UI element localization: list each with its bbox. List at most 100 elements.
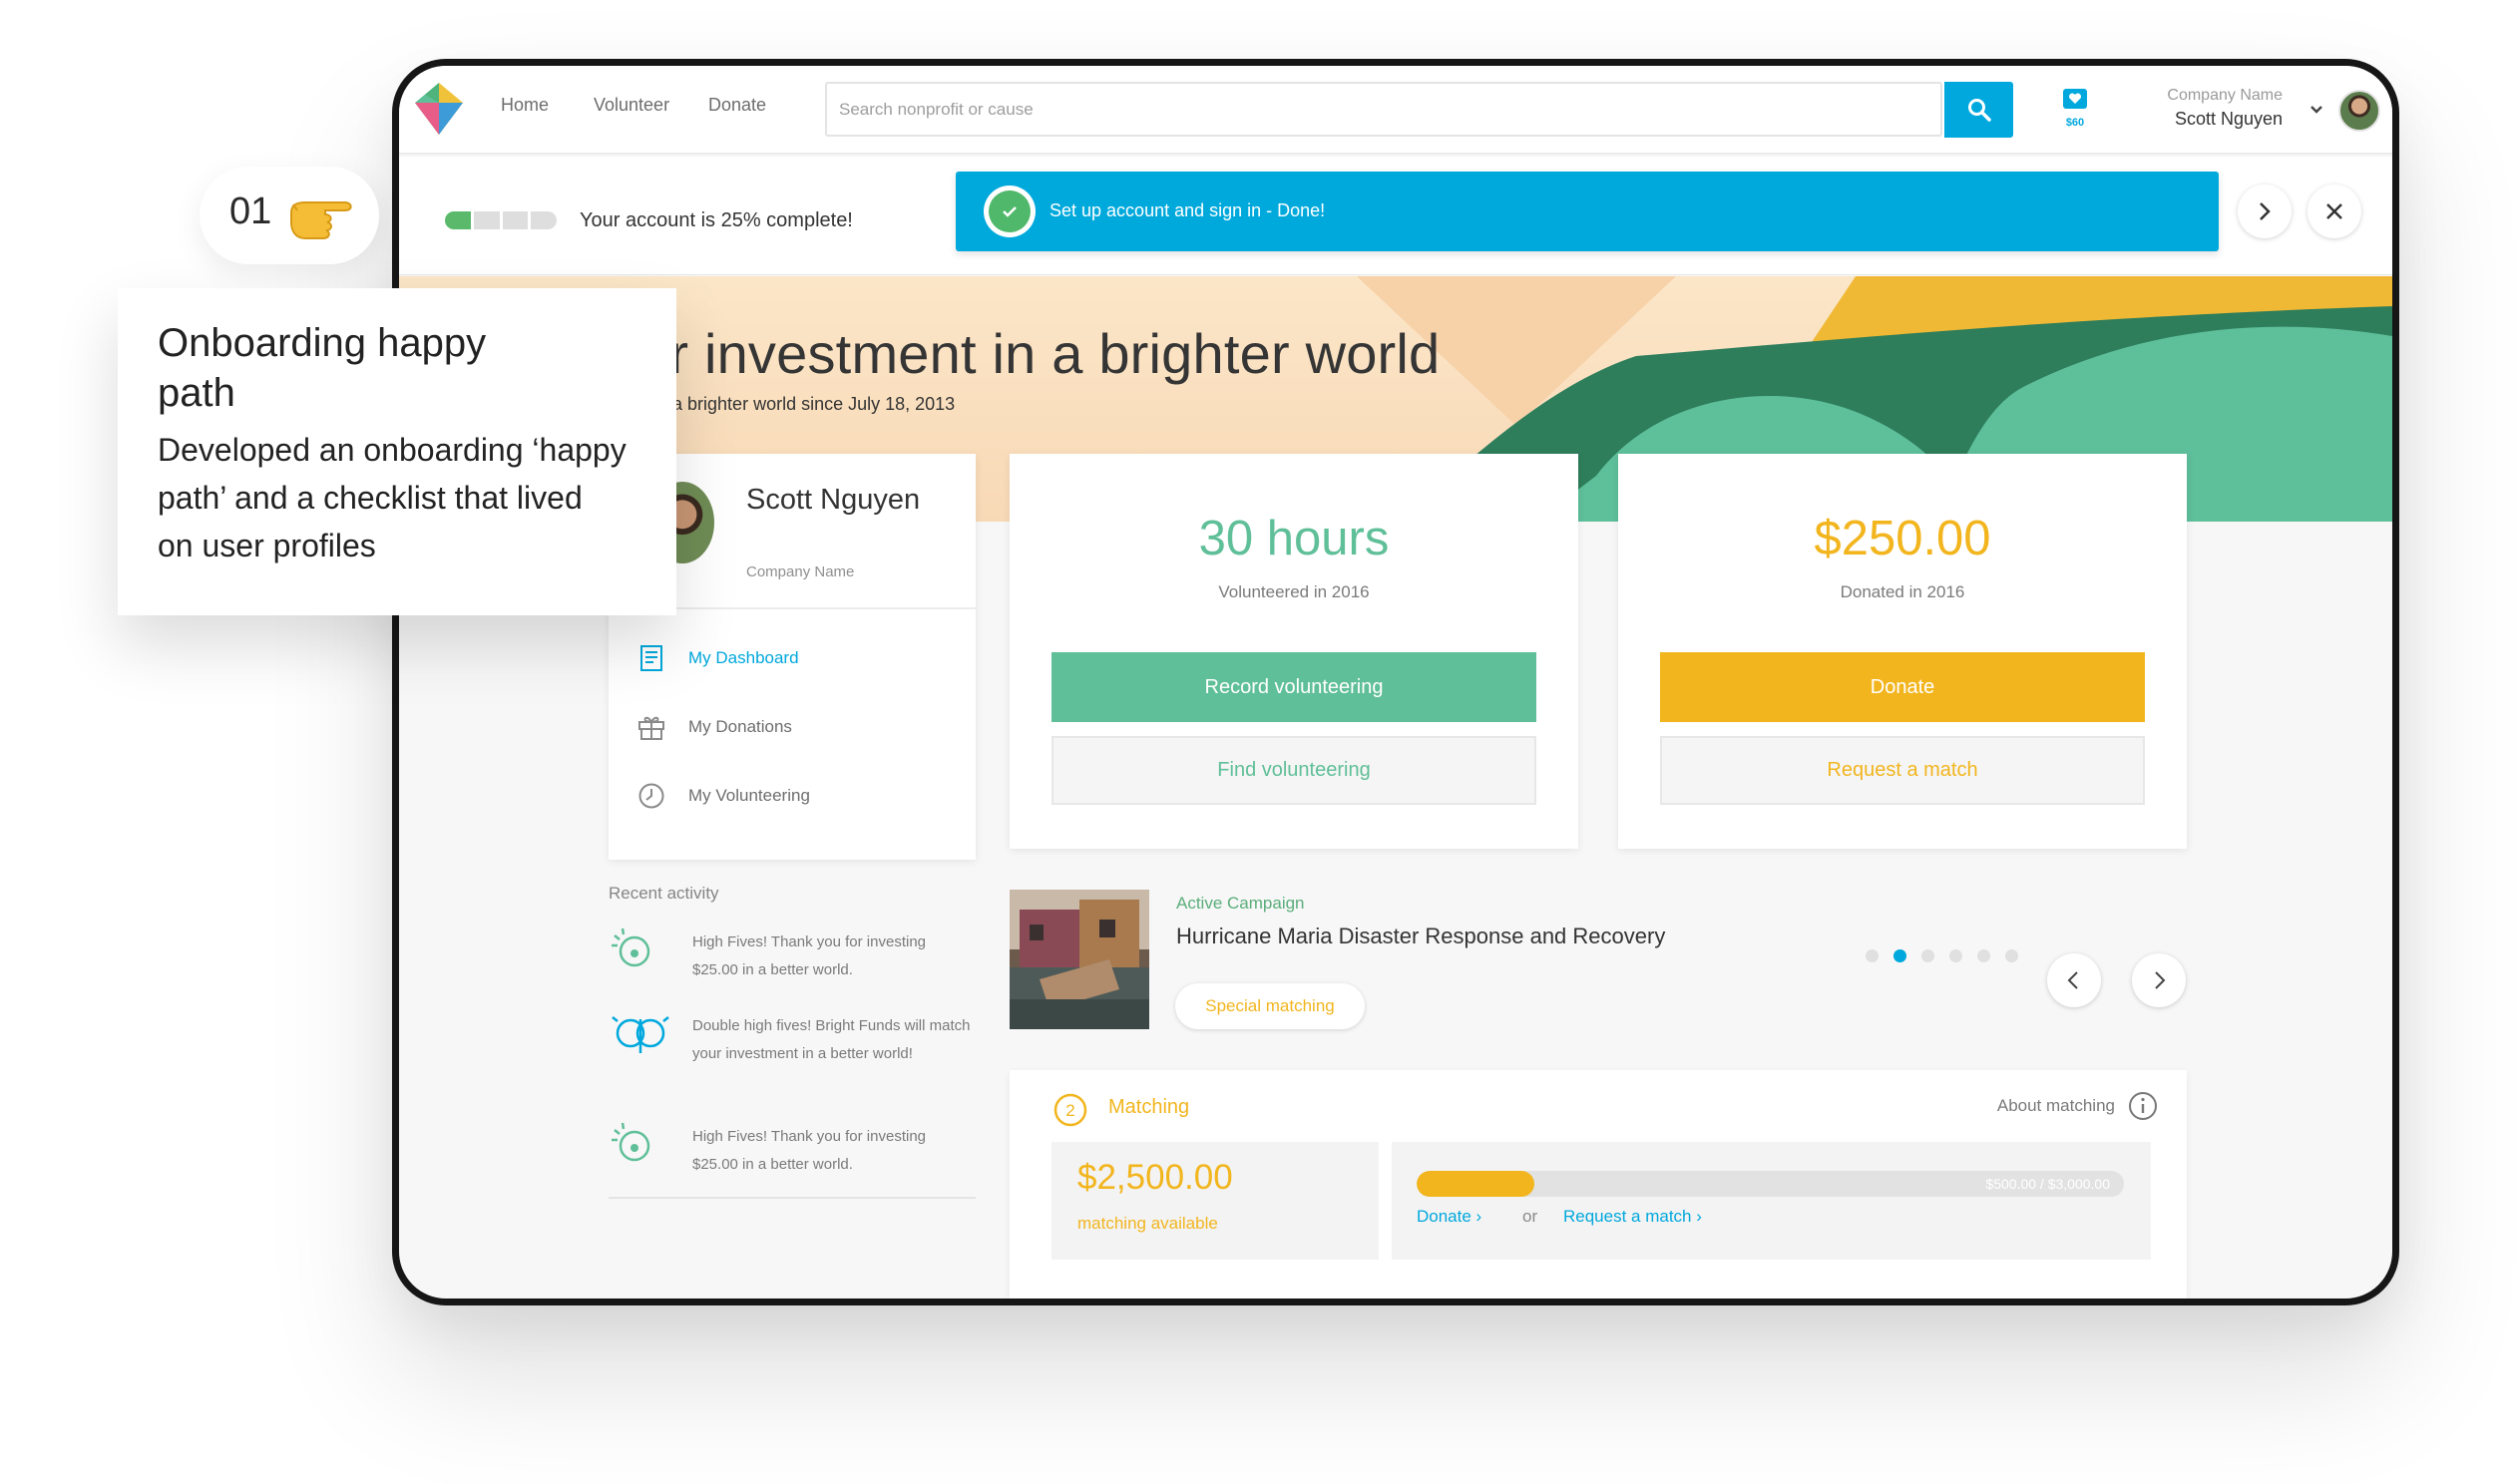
check-icon — [984, 186, 1036, 237]
info-icon — [2129, 1092, 2157, 1120]
chevron-right-icon — [2155, 971, 2166, 989]
sidebar-item-dashboard[interactable]: My Dashboard — [636, 643, 799, 673]
document-icon — [640, 645, 662, 671]
recent-activity-heading: Recent activity — [609, 884, 719, 903]
campaign-kicker: Active Campaign — [1176, 894, 1305, 913]
annotation-step-number: 01 — [229, 190, 272, 232]
volunteer-stat-card: 30 hours Volunteered in 2016 Record volu… — [1010, 454, 1578, 849]
carousel-prev-button[interactable] — [2047, 953, 2101, 1007]
top-navigation: Home Volunteer Donate $60 Compa — [399, 66, 2392, 155]
account-company: Company Name — [2167, 87, 2283, 104]
sidebar-item-volunteering[interactable]: My Volunteering — [636, 781, 810, 811]
matching-title: Matching — [1108, 1096, 1190, 1118]
carousel-dot[interactable] — [1949, 949, 1962, 962]
close-icon — [2326, 203, 2342, 219]
search-button[interactable] — [1944, 82, 2013, 138]
logo-icon[interactable] — [413, 81, 465, 137]
sidebar-item-donations[interactable]: My Donations — [636, 712, 792, 742]
donation-stat-card: $250.00 Donated in 2016 Donate Request a… — [1618, 454, 2187, 849]
hero-title: ur investment in a brighter world — [638, 322, 1441, 385]
nav-volunteer-link[interactable]: Volunteer — [594, 95, 669, 116]
carousel-next-button[interactable] — [2132, 953, 2186, 1007]
search-input[interactable] — [839, 84, 1837, 135]
step-complete-banner: Set up account and sign in - Done! — [956, 172, 2219, 251]
about-matching-link[interactable]: About matching — [1997, 1090, 2159, 1122]
matching-progress-label: $500.00 / $3,000.00 — [1985, 1176, 2110, 1192]
campaign-image[interactable] — [1010, 890, 1149, 1029]
profile-company: Company Name — [746, 563, 855, 580]
hero-subtitle: g in a brighter world since July 18, 201… — [638, 394, 956, 414]
search-box — [825, 82, 1942, 137]
sidebar-item-label: My Volunteering — [688, 786, 810, 805]
carousel-dot[interactable] — [1866, 949, 1879, 962]
annotation-step-pill: 01 — [200, 167, 379, 264]
matching-available-label: matching available — [1077, 1214, 1218, 1233]
donation-total: $250.00 — [1814, 512, 1991, 565]
wallet-amount: $60 — [2065, 117, 2085, 129]
matching-request-link[interactable]: Request a match › — [1563, 1207, 1702, 1227]
matching-amount: $2,500.00 — [1077, 1158, 1233, 1197]
progress-segment — [502, 211, 529, 229]
onboarding-progress-row: Your account is 25% complete! Set up acc… — [399, 157, 2392, 275]
list-item: High Fives! Thank you for investing $25.… — [609, 1120, 976, 1190]
donate-button[interactable]: Donate — [1660, 652, 2145, 722]
carousel-dot[interactable] — [2005, 949, 2018, 962]
step-number-icon: 2 — [1053, 1093, 1087, 1127]
volunteer-hours: 30 hours — [1198, 512, 1390, 565]
chevron-down-icon[interactable] — [2308, 104, 2324, 116]
clock-icon — [638, 783, 664, 809]
avatar[interactable] — [2338, 90, 2380, 132]
special-matching-badge[interactable]: Special matching — [1175, 983, 1365, 1029]
divider — [609, 1197, 976, 1199]
double-high-five-icon — [612, 1016, 669, 1053]
matching-or-text: or — [1522, 1207, 1538, 1226]
progress-segment — [445, 211, 471, 229]
account-user-name: Scott Nguyen — [2174, 109, 2283, 129]
sidebar-item-label: My Donations — [688, 717, 792, 736]
step-banner-text: Set up account and sign in - Done! — [1049, 200, 1326, 220]
matching-progress-panel: $500.00 / $3,000.00 Donate › or Request … — [1392, 1142, 2151, 1260]
giving-wallet[interactable]: $60 — [2055, 88, 2095, 132]
matching-available-panel: $2,500.00 matching available — [1051, 1142, 1379, 1260]
pointing-hand-icon — [290, 201, 352, 239]
matching-progress-bar: $500.00 / $3,000.00 — [1417, 1171, 2124, 1197]
find-volunteering-button[interactable]: Find volunteering — [1051, 736, 1536, 805]
high-five-icon — [612, 1122, 650, 1162]
about-matching-label: About matching — [1996, 1096, 2115, 1115]
carousel-dot[interactable] — [1921, 949, 1934, 962]
carousel-dot[interactable] — [1893, 949, 1906, 962]
step-number: 2 — [1065, 1101, 1074, 1120]
activity-text: High Fives! Thank you for investing $25.… — [692, 1128, 927, 1173]
annotation-title: Onboarding happy path — [158, 321, 487, 415]
list-item: High Fives! Thank you for investing $25.… — [609, 926, 976, 995]
matching-progress-fill — [1417, 1171, 1535, 1197]
carousel-dot[interactable] — [1977, 949, 1990, 962]
device-frame: Home Volunteer Donate $60 Compa — [392, 59, 2399, 1305]
gift-icon — [638, 716, 664, 740]
high-five-icon — [612, 928, 650, 967]
progress-meter — [445, 211, 557, 229]
campaign-title[interactable]: Hurricane Maria Disaster Response and Re… — [1176, 924, 1665, 949]
next-step-button[interactable] — [2238, 185, 2292, 238]
heart-card-icon — [2063, 89, 2087, 109]
progress-segment — [531, 211, 557, 229]
nav-home-link[interactable]: Home — [501, 95, 549, 116]
matching-card: 2 Matching About matching $2,500.00 matc… — [1010, 1070, 2187, 1298]
list-item: Double high fives! Bright Funds will mat… — [609, 1009, 976, 1109]
profile-name: Scott Nguyen — [746, 484, 921, 516]
progress-segment — [473, 211, 500, 229]
volunteer-caption: Volunteered in 2016 — [1218, 582, 1370, 601]
chevron-right-icon — [2260, 202, 2271, 220]
carousel-dots — [1866, 949, 2018, 962]
chevron-left-icon — [2067, 971, 2078, 989]
nav-donate-link[interactable]: Donate — [708, 95, 766, 116]
close-button[interactable] — [2307, 185, 2361, 238]
request-match-button[interactable]: Request a match — [1660, 736, 2145, 805]
activity-text: High Fives! Thank you for investing $25.… — [692, 933, 927, 978]
activity-text: Double high fives! Bright Funds will mat… — [692, 1017, 971, 1062]
account-menu[interactable]: Company Name Scott Nguyen — [2167, 87, 2283, 130]
matching-donate-link[interactable]: Donate › — [1417, 1207, 1481, 1227]
annotation-card: Onboarding happy path Developed an onboa… — [118, 288, 676, 615]
annotation-body: Developed an onboarding ‘happy path’ and… — [158, 432, 627, 563]
record-volunteering-button[interactable]: Record volunteering — [1051, 652, 1536, 722]
